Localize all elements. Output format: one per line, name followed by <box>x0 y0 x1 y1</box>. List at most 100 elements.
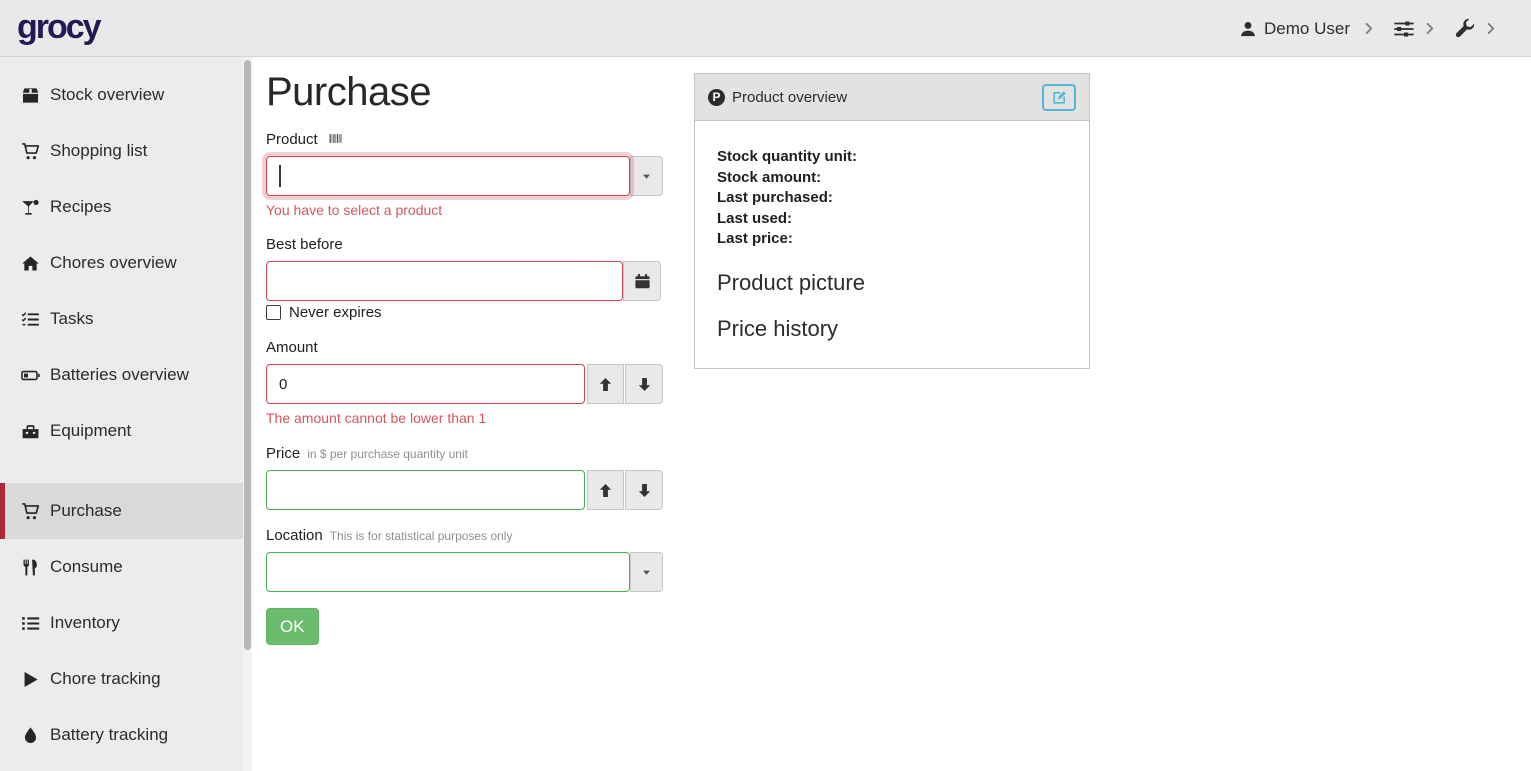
overview-field: Last price: <box>717 229 1067 250</box>
sidebar-item-tasks[interactable]: Tasks <box>0 291 243 347</box>
overview-sections: Product picturePrice history <box>717 270 1067 342</box>
sidebar-gap <box>0 459 243 483</box>
caret-down-icon <box>641 567 652 578</box>
sidebar-item-battery-tracking[interactable]: Battery tracking <box>0 707 243 763</box>
sidebar-item-label: Purchase <box>50 501 122 521</box>
sidebar-item-label: Tasks <box>50 309 93 329</box>
price-input-group <box>266 470 663 510</box>
grocy-logo[interactable]: grocy <box>17 8 100 47</box>
sidebar-item-label: Inventory <box>50 613 120 633</box>
product-overview-card: P Product overview Stock quantity unit:S… <box>694 73 1090 369</box>
sidebar-item-consume[interactable]: Consume <box>0 539 243 595</box>
list-icon <box>21 614 40 633</box>
product-overview-title: Product overview <box>732 89 847 106</box>
product-label: Product <box>266 131 344 148</box>
sliders-icon[interactable] <box>1393 18 1415 40</box>
sidebar-item-label: Chores overview <box>50 253 177 273</box>
price-label-text: Price <box>266 445 300 462</box>
sidebar-item-chores-overview[interactable]: Chores overview <box>0 235 243 291</box>
chevron-right-icon <box>1484 22 1497 35</box>
chevron-right-icon <box>1362 22 1375 35</box>
sidebar-item-label: Batteries overview <box>50 365 189 385</box>
never-expires-label: Never expires <box>289 304 382 321</box>
sidebar-item-label: Stock overview <box>50 85 164 105</box>
product-input[interactable] <box>266 156 630 196</box>
sidebar-item-label: Shopping list <box>50 141 147 161</box>
barcode-icon <box>327 132 344 145</box>
calendar-button[interactable] <box>623 261 661 301</box>
chevron-right-icon <box>1423 22 1436 35</box>
toolbox-icon <box>21 422 40 441</box>
navbar-menu: Demo User <box>1239 0 1505 57</box>
sidebar-item-purchase[interactable]: Purchase <box>0 483 243 539</box>
amount-increase-button[interactable] <box>587 364 624 404</box>
shopping-cart-icon <box>21 502 40 521</box>
price-input[interactable] <box>266 470 585 510</box>
page-title: Purchase <box>266 70 431 115</box>
amount-decrease-button[interactable] <box>625 364 663 404</box>
sidebar-item-batteries-overview[interactable]: Batteries overview <box>0 347 243 403</box>
overview-field: Stock quantity unit: <box>717 147 1067 168</box>
amount-input[interactable] <box>266 364 585 404</box>
sidebar-item-equipment[interactable]: Equipment <box>0 403 243 459</box>
sidebar-nav: Stock overview Shopping list Recipes Chores… <box>0 67 243 763</box>
price-hint: in $ per purchase quantity unit <box>307 447 468 461</box>
edit-product-button[interactable] <box>1042 84 1076 111</box>
sidebar-item-label: Recipes <box>50 197 111 217</box>
user-menu[interactable]: Demo User <box>1239 19 1350 39</box>
sidebar-scrollbar-track <box>243 57 252 771</box>
product-input-group <box>266 156 663 196</box>
shopping-cart-icon <box>21 142 40 161</box>
arrow-down-icon <box>636 376 653 393</box>
never-expires-checkbox-row[interactable]: Never expires <box>266 304 382 321</box>
edit-icon <box>1052 90 1067 105</box>
overview-field: Last purchased: <box>717 188 1067 209</box>
amount-label: Amount <box>266 339 318 356</box>
location-input-group <box>266 552 663 592</box>
sidebar-scrollbar-thumb[interactable] <box>244 60 251 650</box>
arrow-down-icon <box>636 482 653 499</box>
product-overview-header: P Product overview <box>695 74 1089 121</box>
sidebar-item-chore-tracking[interactable]: Chore tracking <box>0 651 243 707</box>
overview-field: Last used: <box>717 209 1067 230</box>
top-navbar: grocy Demo User <box>0 0 1531 57</box>
product-label-text: Product <box>266 131 318 148</box>
sidebar-item-inventory[interactable]: Inventory <box>0 595 243 651</box>
product-circle-icon: P <box>708 89 725 106</box>
sidebar-item-shopping-list[interactable]: Shopping list <box>0 123 243 179</box>
utensils-icon <box>21 558 40 577</box>
home-icon <box>21 254 40 273</box>
sidebar-item-label: Equipment <box>50 421 131 441</box>
price-label: Price in $ per purchase quantity unit <box>266 445 468 462</box>
location-label: LocationThis is for statistical purposes… <box>266 527 512 544</box>
user-icon <box>1239 20 1257 38</box>
cocktail-icon <box>21 198 40 217</box>
battery-icon <box>21 366 40 385</box>
sidebar-item-stock-overview[interactable]: Stock overview <box>0 67 243 123</box>
ok-button[interactable]: OK <box>266 608 319 645</box>
drop-icon <box>21 726 40 745</box>
user-menu-label: Demo User <box>1264 19 1350 39</box>
best-before-input-group <box>266 261 661 301</box>
location-input[interactable] <box>266 552 630 592</box>
best-before-input[interactable] <box>266 261 623 301</box>
overview-field: Stock amount: <box>717 168 1067 189</box>
tasks-icon <box>21 310 40 329</box>
overview-section-title: Price history <box>717 316 1067 342</box>
wrench-icon[interactable] <box>1454 18 1476 40</box>
price-decrease-button[interactable] <box>625 470 663 510</box>
never-expires-checkbox[interactable] <box>266 305 281 320</box>
price-increase-button[interactable] <box>587 470 624 510</box>
play-icon <box>21 670 40 689</box>
calendar-icon <box>634 273 651 290</box>
sidebar-item-label: Consume <box>50 557 123 577</box>
product-dropdown-button[interactable] <box>630 156 663 196</box>
text-cursor <box>279 165 281 187</box>
overview-fields: Stock quantity unit:Stock amount:Last pu… <box>717 147 1067 250</box>
box-icon <box>21 86 40 105</box>
arrow-up-icon <box>597 482 614 499</box>
amount-error: The amount cannot be lower than 1 <box>266 410 486 426</box>
sidebar-item-recipes[interactable]: Recipes <box>0 179 243 235</box>
location-dropdown-button[interactable] <box>630 552 663 592</box>
sidebar: Stock overview Shopping list Recipes Chores… <box>0 57 252 771</box>
